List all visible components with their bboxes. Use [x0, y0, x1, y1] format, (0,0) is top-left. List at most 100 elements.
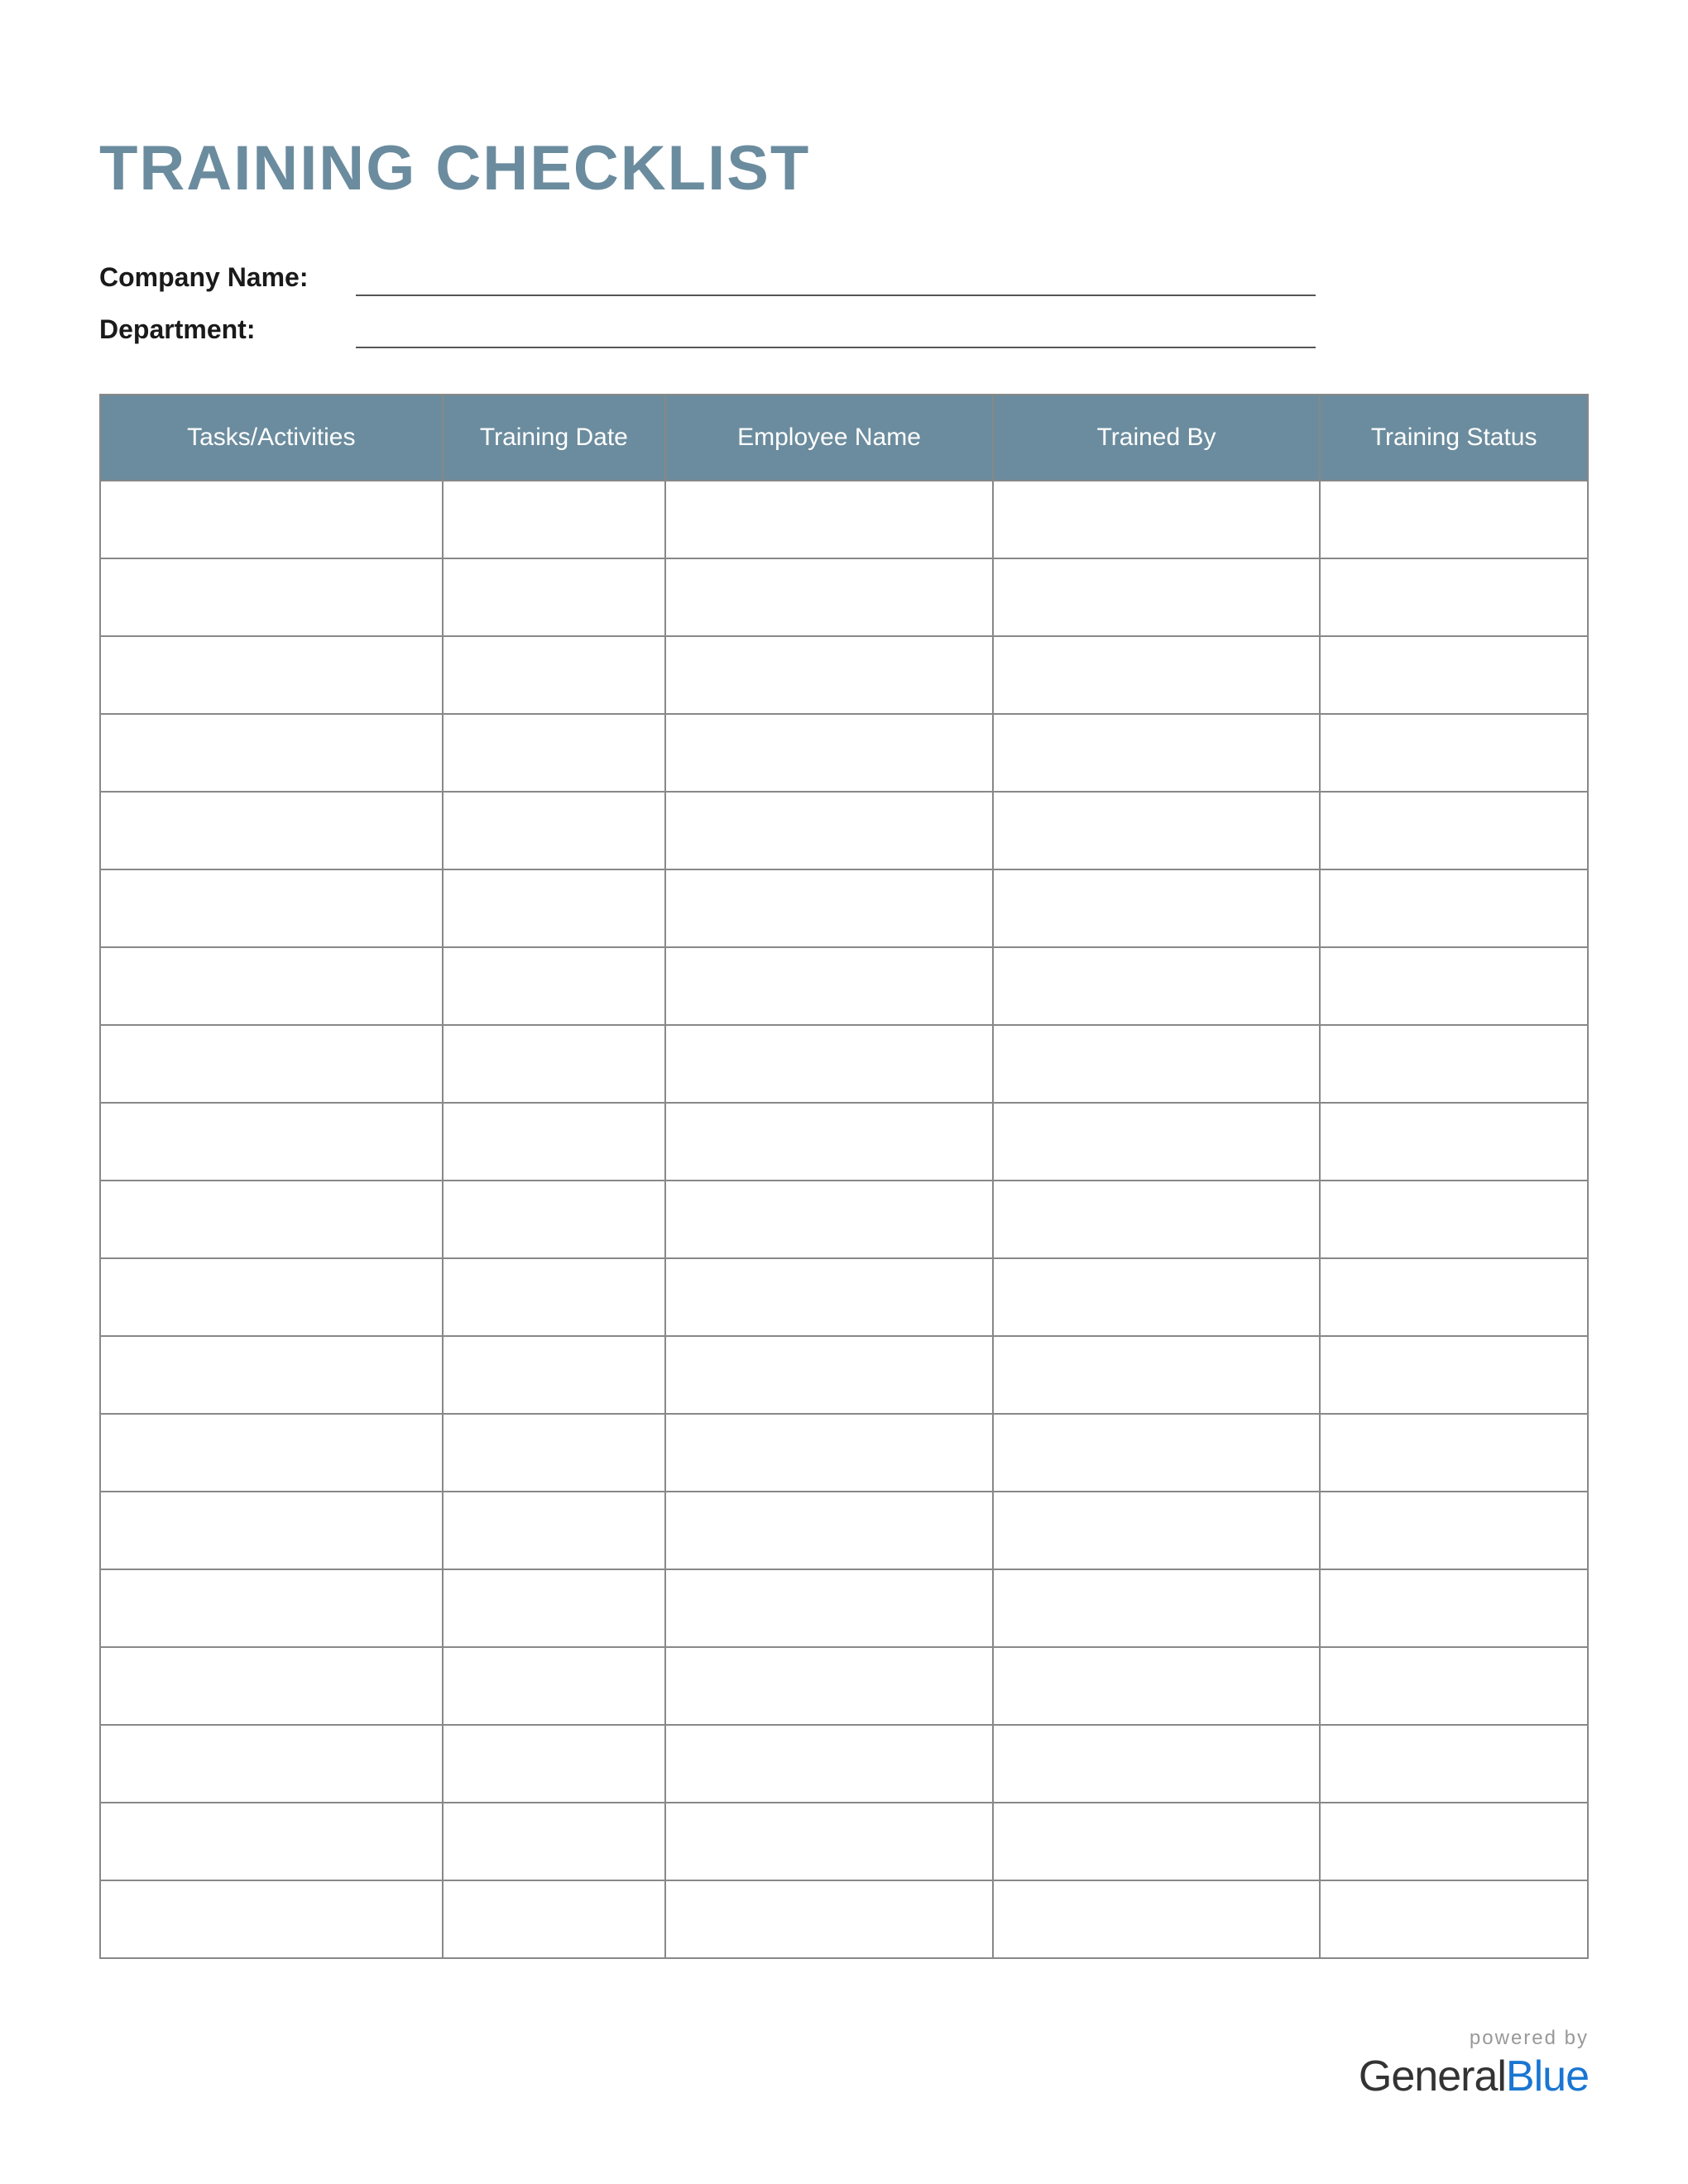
cell-status[interactable]	[1320, 1414, 1588, 1492]
cell-task[interactable]	[100, 1258, 443, 1336]
cell-status[interactable]	[1320, 1803, 1588, 1880]
cell-employee[interactable]	[665, 1647, 993, 1725]
cell-task[interactable]	[100, 869, 443, 947]
cell-date[interactable]	[443, 1880, 666, 1958]
cell-trainer[interactable]	[993, 1103, 1321, 1181]
cell-trainer[interactable]	[993, 792, 1321, 869]
cell-date[interactable]	[443, 1647, 666, 1725]
department-input-line[interactable]	[356, 318, 1316, 348]
cell-employee[interactable]	[665, 1258, 993, 1336]
cell-trainer[interactable]	[993, 714, 1321, 792]
cell-trainer[interactable]	[993, 481, 1321, 558]
cell-trainer[interactable]	[993, 1025, 1321, 1103]
cell-employee[interactable]	[665, 1880, 993, 1958]
cell-employee[interactable]	[665, 1025, 993, 1103]
cell-trainer[interactable]	[993, 1336, 1321, 1414]
cell-status[interactable]	[1320, 1103, 1588, 1181]
cell-date[interactable]	[443, 636, 666, 714]
cell-employee[interactable]	[665, 481, 993, 558]
cell-trainer[interactable]	[993, 1725, 1321, 1803]
cell-status[interactable]	[1320, 481, 1588, 558]
cell-trainer[interactable]	[993, 947, 1321, 1025]
table-row	[100, 1414, 1588, 1492]
cell-employee[interactable]	[665, 792, 993, 869]
cell-employee[interactable]	[665, 1103, 993, 1181]
cell-status[interactable]	[1320, 1647, 1588, 1725]
cell-date[interactable]	[443, 1803, 666, 1880]
cell-employee[interactable]	[665, 1336, 993, 1414]
cell-date[interactable]	[443, 1103, 666, 1181]
cell-trainer[interactable]	[993, 1569, 1321, 1647]
cell-employee[interactable]	[665, 714, 993, 792]
cell-status[interactable]	[1320, 792, 1588, 869]
cell-task[interactable]	[100, 1880, 443, 1958]
cell-trainer[interactable]	[993, 1647, 1321, 1725]
cell-status[interactable]	[1320, 558, 1588, 636]
cell-status[interactable]	[1320, 1258, 1588, 1336]
cell-task[interactable]	[100, 1647, 443, 1725]
cell-employee[interactable]	[665, 869, 993, 947]
cell-employee[interactable]	[665, 1803, 993, 1880]
cell-task[interactable]	[100, 1025, 443, 1103]
cell-status[interactable]	[1320, 1492, 1588, 1569]
cell-date[interactable]	[443, 792, 666, 869]
cell-task[interactable]	[100, 947, 443, 1025]
cell-date[interactable]	[443, 1569, 666, 1647]
cell-employee[interactable]	[665, 1414, 993, 1492]
cell-status[interactable]	[1320, 1725, 1588, 1803]
cell-task[interactable]	[100, 792, 443, 869]
cell-trainer[interactable]	[993, 1414, 1321, 1492]
cell-date[interactable]	[443, 1258, 666, 1336]
cell-employee[interactable]	[665, 947, 993, 1025]
cell-status[interactable]	[1320, 1336, 1588, 1414]
cell-task[interactable]	[100, 636, 443, 714]
cell-trainer[interactable]	[993, 869, 1321, 947]
cell-status[interactable]	[1320, 1181, 1588, 1258]
cell-employee[interactable]	[665, 636, 993, 714]
cell-task[interactable]	[100, 1181, 443, 1258]
cell-trainer[interactable]	[993, 558, 1321, 636]
cell-date[interactable]	[443, 1725, 666, 1803]
cell-status[interactable]	[1320, 636, 1588, 714]
cell-trainer[interactable]	[993, 1258, 1321, 1336]
cell-employee[interactable]	[665, 1725, 993, 1803]
cell-date[interactable]	[443, 1336, 666, 1414]
cell-task[interactable]	[100, 1725, 443, 1803]
cell-status[interactable]	[1320, 1025, 1588, 1103]
cell-task[interactable]	[100, 1103, 443, 1181]
cell-task[interactable]	[100, 481, 443, 558]
cell-status[interactable]	[1320, 714, 1588, 792]
cell-date[interactable]	[443, 558, 666, 636]
cell-task[interactable]	[100, 1336, 443, 1414]
cell-task[interactable]	[100, 1492, 443, 1569]
cell-task[interactable]	[100, 1414, 443, 1492]
cell-date[interactable]	[443, 947, 666, 1025]
cell-status[interactable]	[1320, 1569, 1588, 1647]
cell-status[interactable]	[1320, 1880, 1588, 1958]
cell-employee[interactable]	[665, 1569, 993, 1647]
cell-employee[interactable]	[665, 1181, 993, 1258]
cell-task[interactable]	[100, 1803, 443, 1880]
cell-employee[interactable]	[665, 1492, 993, 1569]
cell-task[interactable]	[100, 558, 443, 636]
cell-date[interactable]	[443, 869, 666, 947]
cell-date[interactable]	[443, 1025, 666, 1103]
cell-trainer[interactable]	[993, 1492, 1321, 1569]
company-label: Company Name:	[99, 262, 356, 296]
cell-trainer[interactable]	[993, 1880, 1321, 1958]
cell-task[interactable]	[100, 714, 443, 792]
cell-date[interactable]	[443, 714, 666, 792]
company-input-line[interactable]	[356, 266, 1316, 296]
cell-task[interactable]	[100, 1569, 443, 1647]
cell-status[interactable]	[1320, 869, 1588, 947]
cell-trainer[interactable]	[993, 636, 1321, 714]
cell-date[interactable]	[443, 1414, 666, 1492]
cell-date[interactable]	[443, 1492, 666, 1569]
cell-date[interactable]	[443, 1181, 666, 1258]
cell-status[interactable]	[1320, 947, 1588, 1025]
cell-date[interactable]	[443, 481, 666, 558]
table-row	[100, 558, 1588, 636]
cell-employee[interactable]	[665, 558, 993, 636]
cell-trainer[interactable]	[993, 1803, 1321, 1880]
cell-trainer[interactable]	[993, 1181, 1321, 1258]
